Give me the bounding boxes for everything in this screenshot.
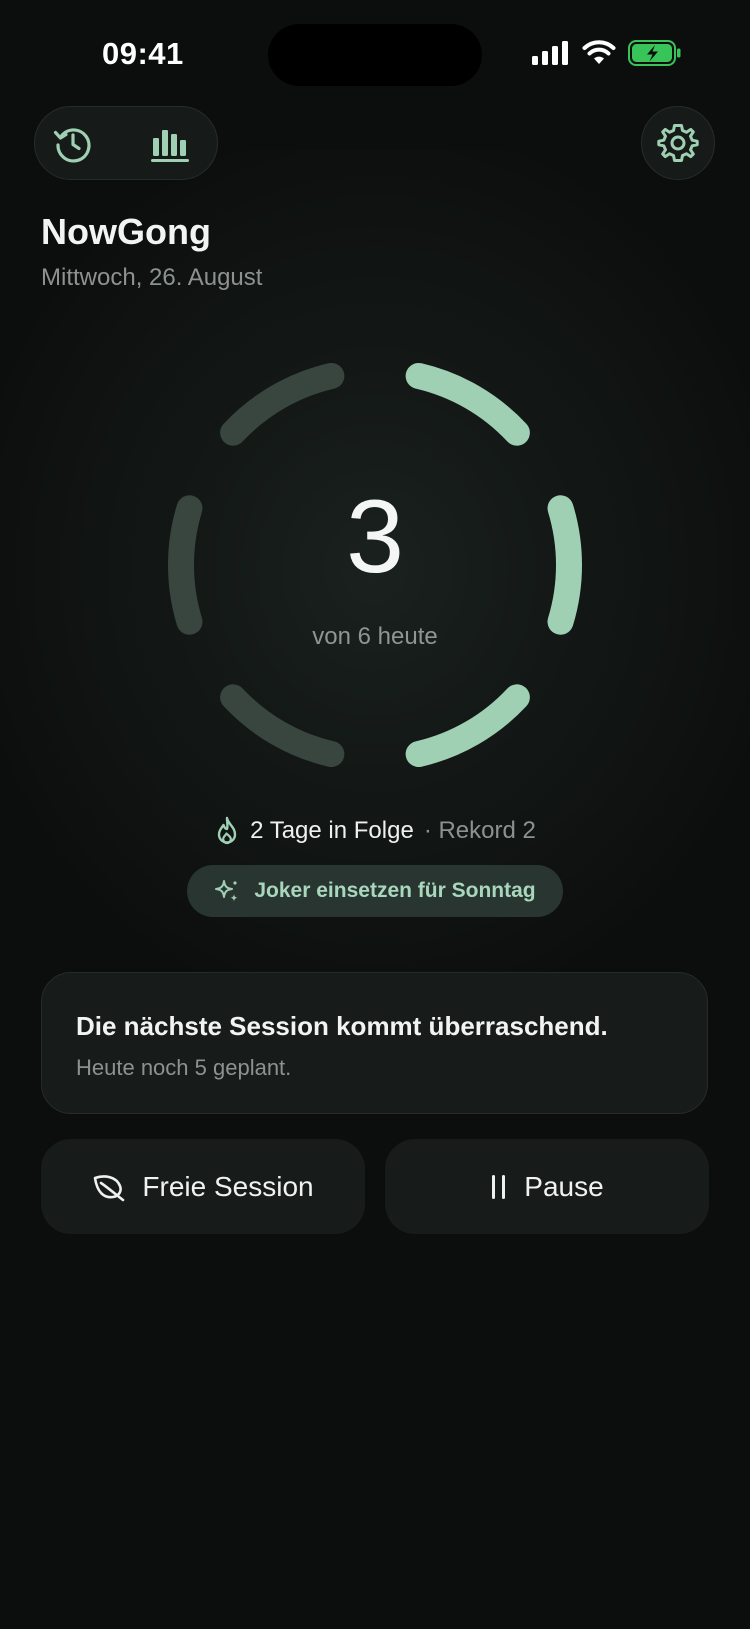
view-switcher (34, 106, 218, 180)
bar-chart-icon (151, 130, 189, 162)
pause-button[interactable]: Pause (385, 1139, 709, 1234)
settings-button[interactable] (641, 106, 715, 180)
ring-segment-remaining (220, 362, 345, 446)
wifi-icon (582, 40, 616, 64)
battery-charging-icon (628, 40, 681, 66)
joker-label: Joker einsetzen für Sonntag (254, 879, 536, 902)
streak-row: 2 Tage in Folge · Rekord 2 (0, 816, 750, 846)
history-button[interactable] (52, 123, 94, 165)
sparkle-icon (215, 880, 239, 902)
ring-segment-completed (405, 684, 530, 768)
ring-segment-completed (405, 362, 530, 446)
joker-button[interactable]: Joker einsetzen für Sonntag (187, 865, 563, 917)
free-session-button[interactable]: Freie Session (41, 1139, 365, 1234)
status-time: 09:41 (102, 36, 184, 71)
stats-button[interactable] (150, 123, 192, 165)
progress-count: 3 (346, 479, 404, 595)
flame-icon (217, 816, 237, 845)
leaf-icon (94, 1174, 125, 1201)
signal-icon (532, 41, 568, 65)
streak-record: · Rekord 2 (423, 817, 536, 844)
ring-segment-remaining (220, 684, 345, 768)
next-session-title: Die nächste Session kommt überraschend. (76, 1011, 608, 1041)
streak-label: 2 Tage in Folge (250, 817, 414, 844)
progress-subtitle: von 6 heute (312, 623, 438, 650)
history-icon (53, 128, 91, 163)
app-title: NowGong (41, 211, 211, 252)
dynamic-island (268, 24, 482, 86)
gear-icon (657, 124, 699, 162)
free-session-label: Freie Session (142, 1170, 314, 1202)
pause-label: Pause (524, 1170, 604, 1202)
next-session-subtitle: Heute noch 5 geplant. (76, 1055, 292, 1080)
pause-icon (492, 1174, 506, 1199)
date-label: Mittwoch, 26. August (41, 264, 263, 291)
status-icons (532, 40, 682, 66)
next-session-card: Die nächste Session kommt überraschend. … (41, 972, 708, 1114)
